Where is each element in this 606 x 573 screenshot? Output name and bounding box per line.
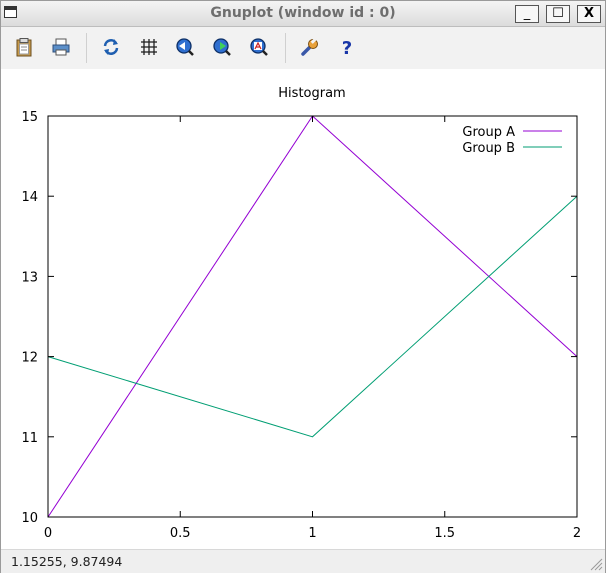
x-tick-label: 0.5 <box>170 526 191 541</box>
series-line-group-a <box>47 115 578 518</box>
y-tick-label: 13 <box>21 270 38 285</box>
resize-grip-icon[interactable] <box>589 557 603 571</box>
replot-button[interactable] <box>100 36 122 58</box>
toolbar: ? <box>1 27 605 69</box>
line-chart: Histogram 0 0.5 1 1.5 2 10 11 12 13 14 15 Group AG… <box>21 86 581 541</box>
zoom-next-icon <box>213 38 231 56</box>
next-zoom-button[interactable] <box>211 36 233 58</box>
series-line-group-b <box>47 195 578 438</box>
y-tick-label: 15 <box>21 110 38 125</box>
wrench-icon <box>301 38 318 56</box>
autoscale-button[interactable] <box>248 36 270 58</box>
svg-text:?: ? <box>342 38 352 57</box>
zoom-autoscale-icon <box>250 38 268 56</box>
help-icon: ? <box>342 38 352 57</box>
copy-to-clipboard-button[interactable] <box>13 36 35 58</box>
status-bar: 1.15255, 9.87494 <box>1 549 605 573</box>
maximize-button[interactable]: ☐ <box>546 5 570 23</box>
minimize-button[interactable]: _ <box>515 5 539 23</box>
plot-border <box>47 115 578 518</box>
chart-title: Histogram <box>278 86 345 101</box>
x-tick-label: 1 <box>308 526 316 541</box>
gnuplot-window: Gnuplot (window id : 0) _ ☐ X ? Histogra… <box>0 0 606 573</box>
legend-label: Group B <box>462 141 515 156</box>
legend-label: Group A <box>462 125 515 140</box>
x-tick-label: 0 <box>44 526 52 541</box>
title-bar[interactable]: Gnuplot (window id : 0) _ ☐ X <box>1 1 605 27</box>
clipboard-icon <box>16 38 32 57</box>
options-button[interactable] <box>299 36 321 58</box>
help-button[interactable]: ? <box>336 36 358 58</box>
grid-icon <box>141 39 157 55</box>
print-button[interactable] <box>50 36 72 58</box>
close-button[interactable]: X <box>577 5 601 23</box>
toggle-grid-button[interactable] <box>138 36 160 58</box>
mouse-coordinates: 1.15255, 9.87494 <box>11 554 123 569</box>
y-tick-label: 12 <box>21 351 38 366</box>
plot-area[interactable]: Histogram 0 0.5 1 1.5 2 10 11 12 13 14 15 Group AG… <box>1 69 605 549</box>
toolbar-separator <box>285 33 286 63</box>
y-tick-label: 11 <box>21 431 38 446</box>
y-tick-label: 14 <box>21 190 38 205</box>
previous-zoom-button[interactable] <box>174 36 196 58</box>
zoom-previous-icon <box>176 38 194 56</box>
toolbar-separator <box>86 33 87 63</box>
x-tick-label: 1.5 <box>434 526 455 541</box>
printer-icon <box>52 38 70 56</box>
x-tick-label: 2 <box>573 526 581 541</box>
refresh-icon <box>103 39 119 55</box>
y-tick-label: 10 <box>21 511 38 526</box>
